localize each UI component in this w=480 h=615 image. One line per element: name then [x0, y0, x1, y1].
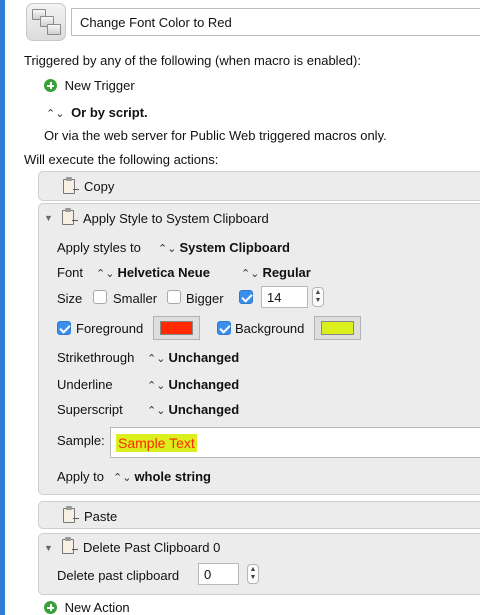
strikethrough-popup[interactable]: ⌃⌄ Unchanged — [147, 350, 239, 365]
apply-to-popup[interactable]: ⌃⌄ whole string — [113, 469, 211, 484]
action-paste[interactable]: Paste — [38, 501, 480, 529]
bigger-label: Bigger — [186, 291, 224, 306]
script-option-label: Or by script. — [71, 105, 148, 120]
font-family-popup[interactable]: ⌃⌄ Helvetica Neue — [96, 265, 210, 280]
clipboard-icon — [62, 208, 78, 225]
bigger-checkbox[interactable] — [167, 290, 181, 304]
delete-past-field[interactable]: 0 — [198, 563, 239, 585]
updown-chevron-icon: ⌃⌄ — [113, 472, 132, 484]
delete-past-label: Delete past clipboard — [57, 568, 180, 583]
action-title: Apply Style to System Clipboard — [83, 211, 269, 226]
action-copy[interactable]: Copy — [38, 171, 480, 201]
plus-circle-icon — [44, 79, 57, 92]
superscript-label: Superscript — [57, 402, 123, 417]
new-trigger-label: New Trigger — [64, 78, 135, 93]
size-field[interactable]: 14 — [261, 286, 308, 308]
actions-heading: Will execute the following actions: — [24, 152, 219, 167]
smaller-label: Smaller — [113, 291, 158, 306]
size-label: Size — [57, 291, 83, 306]
clipboard-icon — [63, 506, 79, 523]
updown-chevron-icon: ⌃⌄ — [241, 268, 260, 280]
clipboard-icon — [63, 177, 79, 194]
updown-chevron-icon: ⌃⌄ — [96, 268, 115, 280]
background-color-swatch — [321, 321, 354, 335]
font-label: Font — [57, 265, 84, 280]
apply-styles-to-popup[interactable]: ⌃⌄ System Clipboard — [158, 240, 290, 255]
size-stepper[interactable]: ▲ ▼ — [312, 287, 324, 307]
foreground-color-swatch — [160, 321, 193, 335]
disclosure-triangle-icon[interactable]: ▼ — [44, 543, 53, 553]
foreground-checkbox[interactable] — [57, 321, 71, 335]
foreground-label: Foreground — [76, 321, 144, 336]
sample-label: Sample: — [57, 433, 105, 448]
updown-chevron-icon: ⌃⌄ — [46, 108, 65, 120]
action-title: Paste — [84, 509, 118, 524]
script-option[interactable]: ⌃⌄ Or by script. — [46, 105, 148, 120]
size-checkbox[interactable] — [239, 290, 253, 304]
underline-label: Underline — [57, 377, 113, 392]
new-action-button[interactable]: New Action — [44, 600, 130, 615]
new-trigger-button[interactable]: New Trigger — [44, 78, 135, 93]
action-title: Copy — [84, 179, 115, 194]
sample-preview: Sample Text — [110, 427, 480, 458]
macro-name-field[interactable]: Change Font Color to Red — [71, 8, 480, 36]
updown-chevron-icon: ⌃⌄ — [158, 243, 177, 255]
updown-chevron-icon: ⌃⌄ — [147, 353, 166, 365]
background-color-well[interactable] — [314, 316, 361, 340]
strikethrough-label: Strikethrough — [57, 350, 135, 365]
underline-popup[interactable]: ⌃⌄ Unchanged — [147, 377, 239, 392]
updown-chevron-icon: ⌃⌄ — [147, 405, 166, 417]
font-style-popup[interactable]: ⌃⌄ Regular — [241, 265, 311, 280]
selection-edge — [0, 0, 5, 615]
foreground-color-well[interactable] — [153, 316, 200, 340]
updown-chevron-icon: ⌃⌄ — [147, 380, 166, 392]
smaller-checkbox[interactable] — [93, 290, 107, 304]
triggers-heading: Triggered by any of the following (when … — [24, 53, 361, 68]
background-checkbox[interactable] — [217, 321, 231, 335]
background-label: Background — [235, 321, 305, 336]
clipboard-icon — [62, 537, 78, 554]
macro-icon[interactable] — [26, 3, 66, 41]
apply-styles-to-label: Apply styles to — [57, 240, 141, 255]
disclosure-triangle-icon[interactable]: ▼ — [44, 213, 53, 223]
apply-to-label: Apply to — [57, 469, 104, 484]
plus-circle-icon — [44, 601, 57, 614]
action-title: Delete Past Clipboard 0 — [83, 540, 221, 555]
new-action-label: New Action — [64, 600, 130, 615]
superscript-popup[interactable]: ⌃⌄ Unchanged — [147, 402, 239, 417]
sample-text: Sample Text — [116, 434, 197, 452]
delete-past-stepper[interactable]: ▲ ▼ — [247, 564, 259, 584]
web-server-text: Or via the web server for Public Web tri… — [44, 128, 387, 143]
